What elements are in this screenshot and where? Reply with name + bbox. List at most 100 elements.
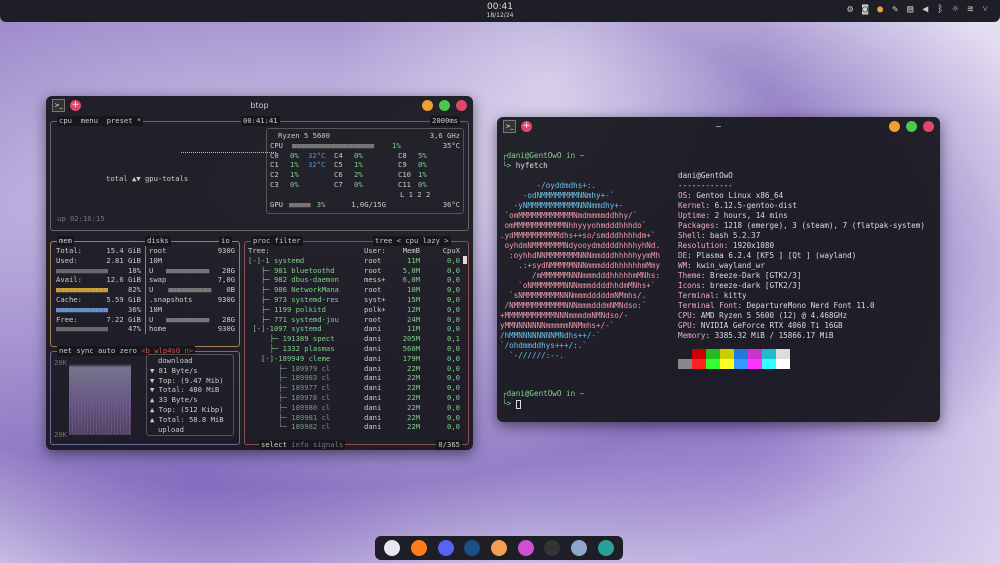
process-row[interactable]: [-]-1 systemd root 11M 0,0	[248, 256, 460, 266]
tree-toggle[interactable]: tree	[375, 236, 392, 245]
tab-auto[interactable]: auto	[98, 346, 115, 355]
discord-icon[interactable]: ◙	[862, 4, 868, 15]
mem-bar: ■■■■■■■■■■■■ 82%	[56, 285, 141, 295]
process-row[interactable]: [-]-1097 systemd dani 11M 0,0	[248, 324, 460, 334]
close-button[interactable]	[456, 100, 467, 111]
proc-count: 0/365	[436, 440, 462, 450]
monitor-icon[interactable]	[597, 540, 614, 556]
steam-icon[interactable]	[464, 540, 481, 556]
update-interval[interactable]: 2000ms	[430, 116, 460, 126]
tab-menu[interactable]: menu	[81, 116, 98, 125]
sort-selector[interactable]: < cpu lazy >	[397, 236, 449, 245]
title-bar[interactable]: >_ + ~	[497, 117, 940, 136]
column-header[interactable]: Tree:	[248, 246, 364, 256]
prompt-2[interactable]: ┌dani@GentOwO in ~ └>	[502, 389, 584, 409]
color-app-icon[interactable]	[517, 540, 534, 556]
mem-list: Total: 15.4 GiB Used: 2.81 GiB ■■■■■■■■■■■■ 1…	[56, 246, 141, 334]
chevron-down-icon[interactable]: ˅	[982, 4, 988, 15]
signals-button[interactable]: signals	[313, 440, 343, 449]
system-tray: ⚙ ◙ ● ✎ ▤ ◀ ᛒ ☼ ≋ ˅	[847, 4, 988, 15]
maximize-button[interactable]	[439, 100, 450, 111]
core-pct: 0%	[290, 179, 299, 189]
cpu-info-panel: Ryzen 5 5600 3,6 GHz CPU ■■■■■■■■■■■■■■■■■…	[266, 128, 464, 214]
column-header[interactable]: User:	[364, 246, 394, 256]
column-header[interactable]: CpuX	[420, 246, 460, 256]
net-header[interactable]: net	[59, 346, 72, 355]
avatar-icon[interactable]: ●	[877, 4, 883, 15]
wifi-icon[interactable]: ≋	[967, 4, 973, 15]
process-mem: 24M	[407, 314, 420, 324]
minimize-button[interactable]	[422, 100, 433, 111]
tab-preset[interactable]: preset *	[107, 116, 142, 125]
process-cpu: 0,0	[447, 324, 460, 334]
process-user: root	[364, 314, 382, 324]
color-picker-icon[interactable]: ✎	[892, 4, 898, 15]
process-row[interactable]: ├─ 189977 cl dani 22M 0,0	[248, 383, 460, 393]
process-cpu: 0,1	[447, 334, 460, 344]
process-name: ├─ 973 systemd-res	[248, 294, 339, 304]
terminal-output[interactable]: ┌dani@GentOwO in ~ └> hyfetch	[502, 151, 584, 171]
process-row[interactable]: ├─ 189981 cl dani 22M 0,0	[248, 413, 460, 423]
firefox-icon[interactable]	[410, 540, 427, 556]
process-row[interactable]: ├─ 189978 cl dani 22M 0,0	[248, 393, 460, 403]
process-row[interactable]: ├─ 189980 cl dani 22M 0,0	[248, 403, 460, 413]
info-key: CPU	[678, 311, 692, 320]
process-name: ├─ 189977 cl	[248, 383, 331, 393]
clipboard-icon[interactable]: ▤	[907, 4, 913, 15]
tab-zero[interactable]: zero	[120, 346, 137, 355]
close-button[interactable]	[923, 121, 934, 132]
network-icon[interactable]: ⚙	[847, 4, 853, 15]
column-header[interactable]: MemB	[394, 246, 420, 256]
info-key: Theme	[678, 271, 701, 280]
info-value: 3385.32 MiB / 15866.17 MiB	[714, 331, 834, 340]
process-row[interactable]: ├─ 973 systemd-res syst+ 15M 0,0	[248, 295, 460, 305]
process-row[interactable]: ├─ 771 systemd-jou root 24M 0,0	[248, 315, 460, 325]
process-row[interactable]: [-]-189949 cleme dani 179M 0,0	[248, 354, 460, 364]
bluetooth-icon[interactable]: ᛒ	[937, 4, 943, 15]
info-button[interactable]: info	[291, 440, 308, 449]
process-row[interactable]: ├─ 189979 cl dani 22M 0,0	[248, 364, 460, 374]
disk-row[interactable]: swap 7,0G	[149, 275, 235, 285]
process-row[interactable]: ├─ 982 dbus-daemon mess+ 6,0M 0,0	[248, 275, 460, 285]
process-row[interactable]: ├─ 189983 cl dani 22M 0,0	[248, 373, 460, 383]
disk-row[interactable]: .snapshots 930G	[149, 295, 235, 305]
sysinfo-user: dani@GentOwO	[678, 171, 733, 180]
info-key: OS	[678, 191, 688, 200]
dolphin-icon[interactable]	[384, 540, 401, 556]
scrollbar[interactable]	[463, 256, 467, 264]
process-mem: 22M	[407, 363, 420, 373]
volume-icon[interactable]: ◀	[922, 4, 928, 15]
tab-cpu[interactable]: cpu	[59, 116, 72, 125]
title-bar[interactable]: >_ + btop	[46, 96, 473, 115]
disk-size: 7,0G	[217, 275, 235, 285]
mem-header[interactable]: mem	[57, 236, 74, 246]
process-row[interactable]: ├─ 986 NetworkMana root 10M 0,0	[248, 285, 460, 295]
color-swatch	[748, 349, 762, 359]
disk-row[interactable]: root 930G	[149, 246, 235, 256]
disks-header[interactable]: disks	[145, 236, 171, 246]
process-row[interactable]: ├─ 1332 plasmas dani 560M 0,0	[248, 344, 460, 354]
brightness-icon[interactable]: ☼	[952, 4, 958, 15]
filter-button[interactable]: filter	[275, 236, 301, 245]
io-header[interactable]: io	[219, 236, 232, 246]
core-item: C1 1% 32°C	[270, 160, 334, 170]
core-label: C9	[398, 160, 407, 170]
ascii-line: -odNMMMMMMMMNNmhy+-`	[500, 191, 615, 200]
discord-icon[interactable]	[437, 540, 454, 556]
maximize-button[interactable]	[906, 121, 917, 132]
process-row[interactable]: ├─ 191389 spect dani 205M 0,1	[248, 334, 460, 344]
tweaks-icon[interactable]	[490, 540, 507, 556]
process-row[interactable]: ├─ 981 bluetoothd root 5,0M 0,0	[248, 266, 460, 276]
files-icon[interactable]	[570, 540, 587, 556]
kitty-icon[interactable]	[544, 540, 561, 556]
process-row[interactable]: ├─ 1199 polkitd polk+ 12M 0,0	[248, 305, 460, 315]
minimize-button[interactable]	[889, 121, 900, 132]
select-button[interactable]: select	[261, 440, 287, 449]
ascii-line: /mMMMMMMNNNmmmdddhhhhhmMNhs:	[500, 271, 661, 280]
tab-sync[interactable]: sync	[76, 346, 93, 355]
process-row[interactable]: └─ 189982 cl dani 22M 0,0	[248, 422, 460, 432]
disk-row[interactable]: home 930G	[149, 324, 235, 334]
proc-header[interactable]: proc	[253, 236, 270, 245]
core-label: C8	[398, 150, 407, 160]
info-value: bash 5.2.37	[710, 231, 761, 240]
